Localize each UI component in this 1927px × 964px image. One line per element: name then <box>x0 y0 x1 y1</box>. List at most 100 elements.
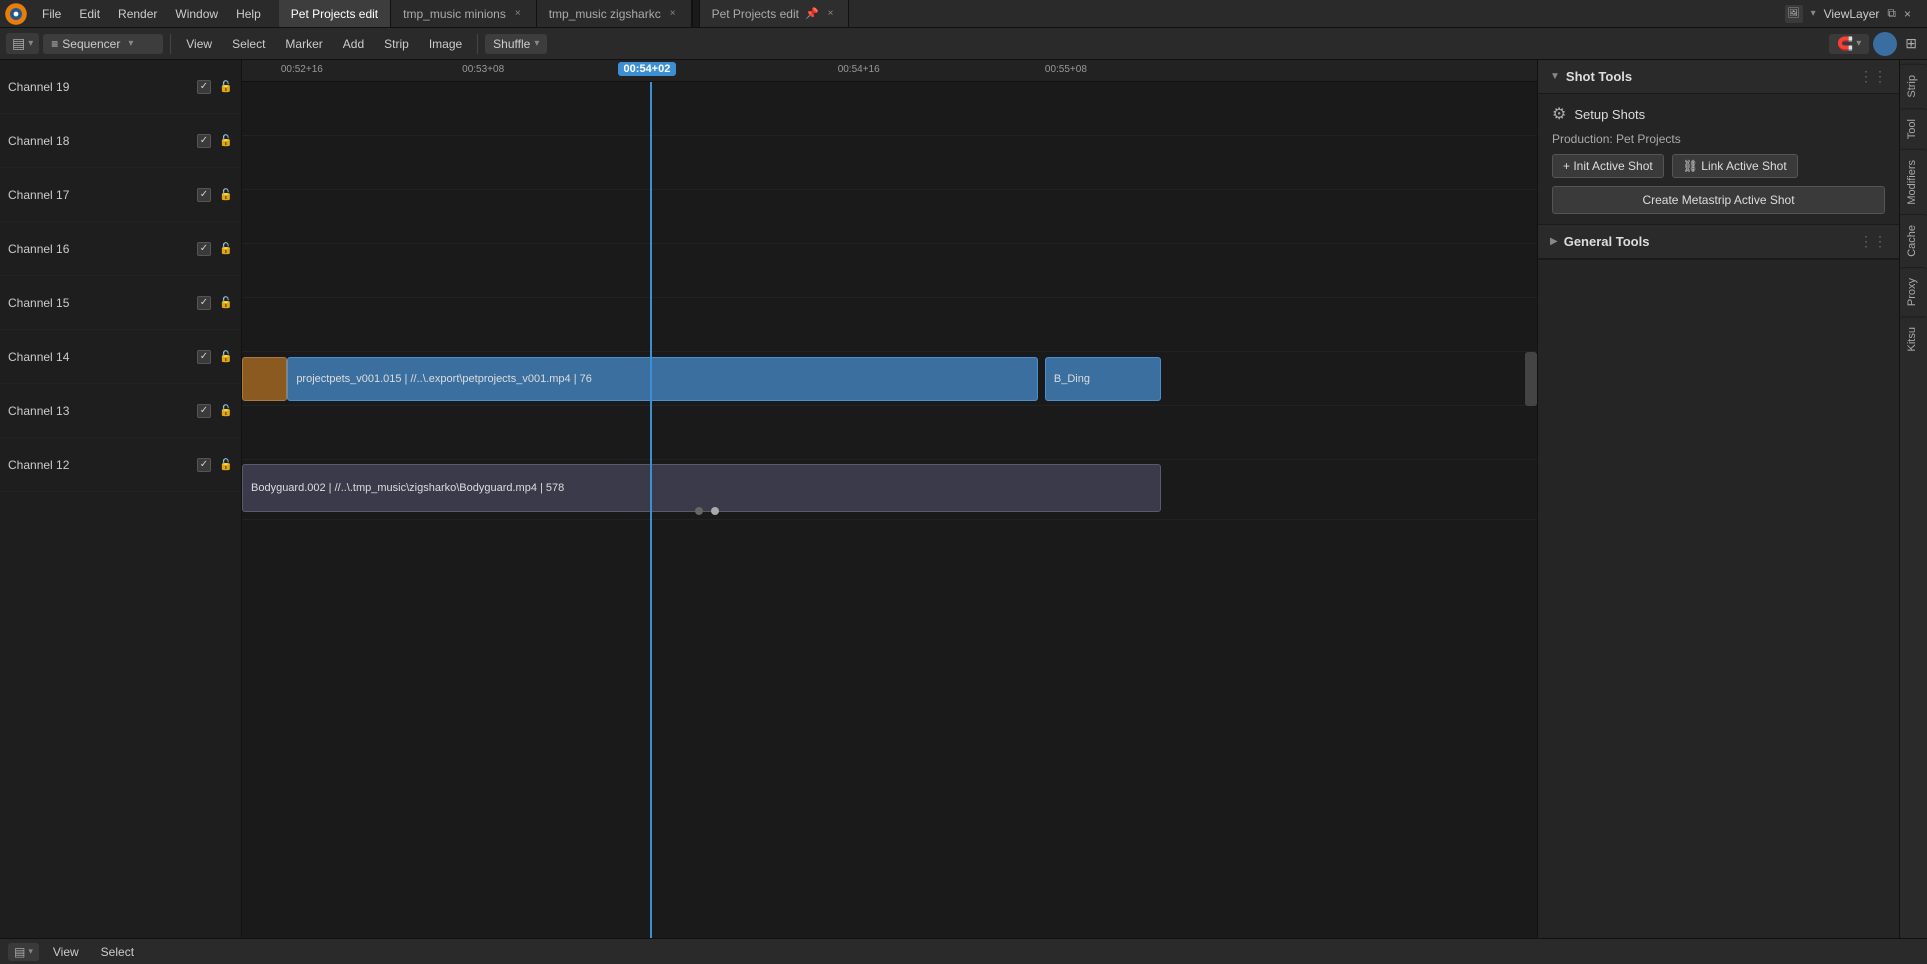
tab-tmp-music-zigsharkc[interactable]: tmp_music zigsharkc × <box>537 0 692 27</box>
close-window-icon[interactable]: × <box>1904 7 1911 21</box>
channel-lock[interactable]: 🔓 <box>219 80 233 94</box>
view-menu[interactable]: View <box>178 35 220 53</box>
channel-row-15: Channel 15 🔓 <box>0 276 241 330</box>
shot-tools-body: ⚙ Setup Shots Production: Pet Projects +… <box>1538 94 1899 224</box>
create-metastrip-button[interactable]: Create Metastrip Active Shot <box>1552 186 1885 214</box>
channel-lock[interactable]: 🔓 <box>219 296 233 310</box>
setup-shots-row: ⚙ Setup Shots <box>1552 104 1885 124</box>
playhead-time: 00:54+02 <box>618 62 677 76</box>
side-tabs: Strip Tool Modifiers Cache Proxy Kitsu <box>1899 60 1927 938</box>
workspace-icon: ▤ <box>12 35 25 52</box>
image-menu[interactable]: Image <box>421 35 470 53</box>
image-editor-icon[interactable]: 🖼 <box>1785 5 1803 23</box>
channel-visibility-check[interactable] <box>197 80 211 94</box>
channel-name: Channel 13 <box>8 404 189 418</box>
bottom-workspace-icon[interactable]: ▤ ▾ <box>8 943 39 961</box>
side-tab-modifiers[interactable]: Modifiers <box>1900 149 1927 215</box>
playhead-line <box>650 82 652 938</box>
channel-lock[interactable]: 🔓 <box>219 458 233 472</box>
timecode-3: 00:54+16 <box>838 64 880 75</box>
workspace-arrow: ▾ <box>28 38 33 49</box>
snap-dropdown-arrow[interactable]: ▾ <box>1856 38 1861 49</box>
viewlayer-copy-icon[interactable]: ⧉ <box>1887 6 1896 21</box>
workspace-icon: ▤ <box>14 945 25 959</box>
channel-visibility-check[interactable] <box>197 296 211 310</box>
timecode-ruler: 00:52+16 00:53+08 00:54+02 00:54+16 00:5… <box>242 60 1537 82</box>
channel-visibility-check[interactable] <box>197 404 211 418</box>
blender-logo[interactable] <box>4 2 28 26</box>
channel-name: Channel 18 <box>8 134 189 148</box>
channel-visibility-check[interactable] <box>197 458 211 472</box>
close-icon[interactable]: × <box>512 7 524 20</box>
clip-label: projectpets_v001.015 | //..\.export\petp… <box>296 373 592 385</box>
channel-visibility-check[interactable] <box>197 242 211 256</box>
side-tab-proxy[interactable]: Proxy <box>1900 267 1927 316</box>
marker-menu[interactable]: Marker <box>277 35 330 53</box>
clip-strip-gray[interactable]: Bodyguard.002 | //..\.tmp_music\zigshark… <box>242 464 1161 512</box>
close-icon[interactable]: × <box>825 7 837 20</box>
production-label: Production: Pet Projects <box>1552 132 1885 146</box>
menu-file[interactable]: File <box>34 5 69 23</box>
channel-visibility-check[interactable] <box>197 134 211 148</box>
channel-row-19: Channel 19 🔓 <box>0 60 241 114</box>
tab-pet-projects-edit-2[interactable]: Pet Projects edit 📌 × <box>700 0 850 27</box>
clip-label: B_Ding <box>1054 373 1090 385</box>
tab-label: Pet Projects edit <box>291 7 378 21</box>
tab-label: tmp_music minions <box>403 7 506 21</box>
viewlayer-dropdown-arrow[interactable]: ▾ <box>1811 8 1816 19</box>
add-menu[interactable]: Add <box>335 35 372 53</box>
channel-lock[interactable]: 🔓 <box>219 350 233 364</box>
shuffle-dropdown[interactable]: Shuffle ▾ <box>485 34 547 54</box>
channel-name: Channel 16 <box>8 242 189 256</box>
global-button[interactable] <box>1873 32 1897 56</box>
bottom-select-menu[interactable]: Select <box>93 943 142 961</box>
side-tab-kitsu[interactable]: Kitsu <box>1900 316 1927 361</box>
menu-edit[interactable]: Edit <box>71 5 108 23</box>
init-active-shot-button[interactable]: + Init Active Shot <box>1552 154 1664 178</box>
link-active-shot-button[interactable]: ⛓ Link Active Shot <box>1672 154 1798 178</box>
channel-name: Channel 15 <box>8 296 189 310</box>
side-tab-tool[interactable]: Tool <box>1900 108 1927 149</box>
tab-label: tmp_music zigsharkc <box>549 7 661 21</box>
bottom-bar: ▤ ▾ View Select <box>0 938 1927 964</box>
timeline-area: 00:52+16 00:53+08 00:54+02 00:54+16 00:5… <box>242 60 1537 938</box>
menu-window[interactable]: Window <box>167 5 226 23</box>
channel-visibility-check[interactable] <box>197 188 211 202</box>
sequencer-dropdown[interactable]: ≡ Sequencer ▾ <box>43 34 163 54</box>
channel-visibility-check[interactable] <box>197 350 211 364</box>
channel-lock[interactable]: 🔓 <box>219 188 233 202</box>
pin-icon[interactable]: 📌 <box>805 7 819 20</box>
panel-options-dots[interactable]: ⋮⋮ <box>1859 68 1887 85</box>
side-tab-strip[interactable]: Strip <box>1900 64 1927 108</box>
shuffle-label: Shuffle <box>493 37 530 51</box>
panel-options-dots-2[interactable]: ⋮⋮ <box>1859 233 1887 250</box>
select-menu[interactable]: Select <box>224 35 273 53</box>
tab-pet-projects-edit-1[interactable]: Pet Projects edit <box>279 0 391 27</box>
sequencer-arrow: ▾ <box>128 38 133 49</box>
snap-button[interactable]: 🧲 ▾ <box>1829 34 1869 54</box>
general-tools-expand-arrow: ▶ <box>1550 236 1558 247</box>
channel-labels-panel: Channel 19 🔓 Channel 18 🔓 Channel 17 🔓 C… <box>0 60 242 938</box>
close-icon[interactable]: × <box>667 7 679 20</box>
general-tools-header[interactable]: ▶ General Tools ⋮⋮ <box>1538 225 1899 259</box>
tab-tmp-music-minions[interactable]: tmp_music minions × <box>391 0 537 27</box>
menu-render[interactable]: Render <box>110 5 165 23</box>
shot-buttons-row: + Init Active Shot ⛓ Link Active Shot <box>1552 154 1885 178</box>
channel-lock[interactable]: 🔓 <box>219 134 233 148</box>
viewport-expand-button[interactable]: ⊞ <box>1901 35 1921 52</box>
channel-row-17: Channel 17 🔓 <box>0 168 241 222</box>
channel-name: Channel 12 <box>8 458 189 472</box>
channel-lock[interactable]: 🔓 <box>219 242 233 256</box>
strip-menu[interactable]: Strip <box>376 35 417 53</box>
clip-strip-blue-main[interactable]: projectpets_v001.015 | //..\.export\petp… <box>287 357 1038 401</box>
vertical-scrollbar-handle[interactable] <box>1525 352 1537 406</box>
clip-strip-orange[interactable] <box>242 357 287 401</box>
clip-strip-blue-right[interactable]: B_Ding <box>1045 357 1162 401</box>
timeline-row-16 <box>242 244 1537 298</box>
workspace-selector[interactable]: ▤ ▾ <box>6 33 39 54</box>
shot-tools-header[interactable]: ▼ Shot Tools ⋮⋮ <box>1538 60 1899 94</box>
channel-lock[interactable]: 🔓 <box>219 404 233 418</box>
bottom-view-menu[interactable]: View <box>45 943 87 961</box>
menu-help[interactable]: Help <box>228 5 269 23</box>
side-tab-cache[interactable]: Cache <box>1900 214 1927 267</box>
